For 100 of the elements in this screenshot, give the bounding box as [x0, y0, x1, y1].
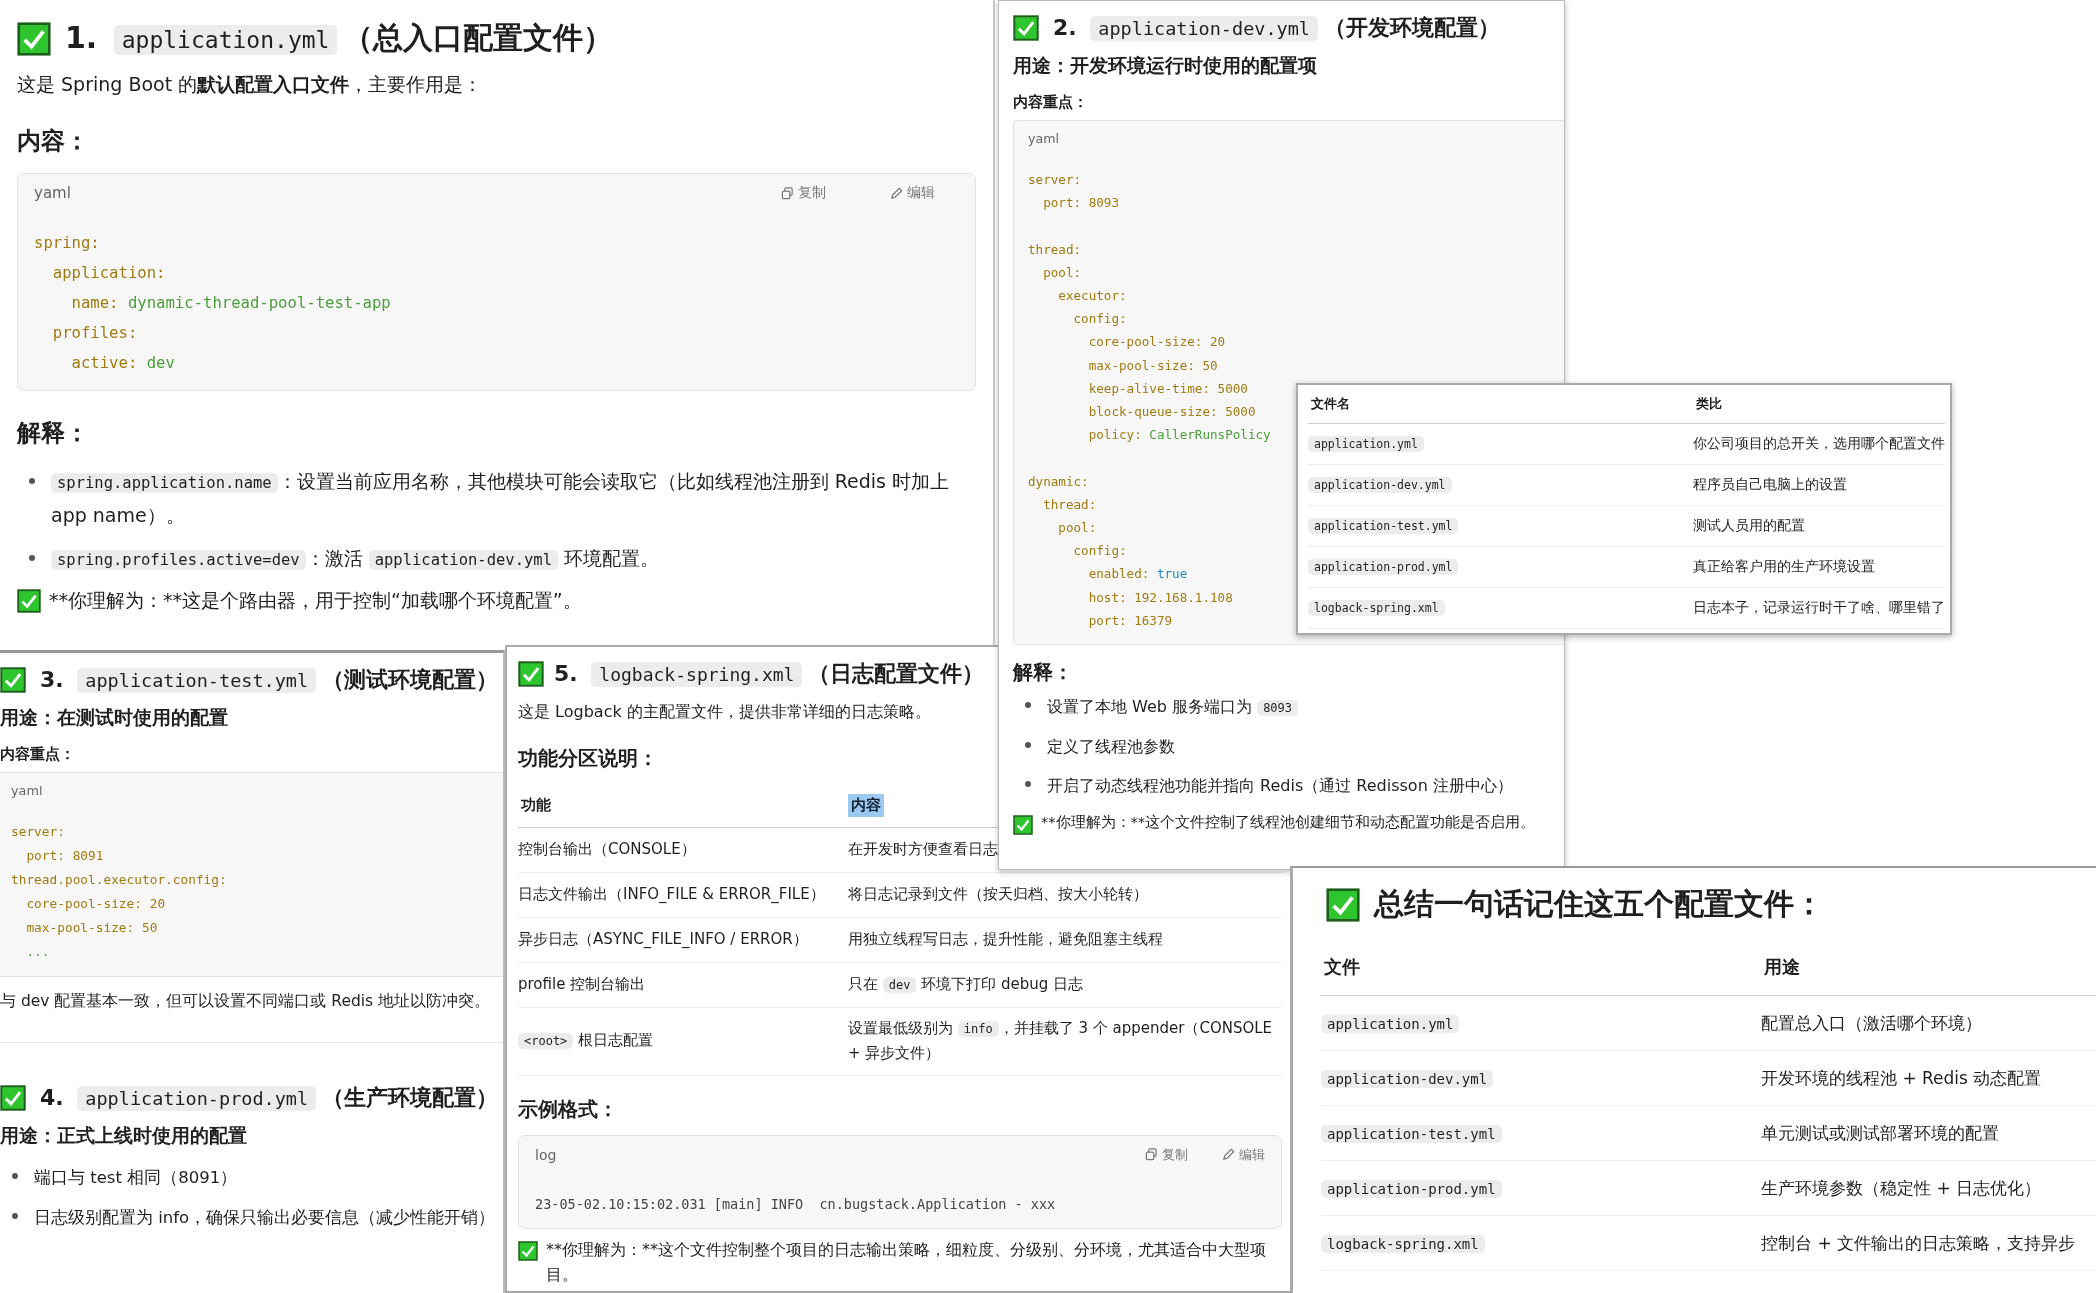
code-line: server: [11, 823, 65, 841]
bullet-dot [1025, 702, 1031, 709]
bullet-dot [1025, 781, 1031, 788]
bullet-text: 开启了动态线程池功能并指向 Redis（通过 Redisson 注册中心） [1047, 775, 1513, 798]
copy-icon [781, 186, 794, 200]
code-line: pool: [1042, 263, 1082, 282]
note-text: **你理解为：**这个文件控制整个项目的日志输出策略，细粒度、分级别、分环境，尤其适合中大型项目。 [546, 1238, 1267, 1287]
table-cell-text: 生产环境参数（稳定性 + 日志优化） [1761, 1176, 2042, 1200]
edit-button[interactable]: 编辑 [1222, 1145, 1265, 1164]
table-cell-text: 在开发时方便查看日志 [848, 838, 998, 860]
code-line: block-queue-size: 5000 [1087, 403, 1256, 421]
table-cell-text: 用独立线程写日志，提升性能，避免阻塞主线程 [848, 928, 1163, 950]
code-line: application: [51, 263, 166, 285]
code-line: thread: [1028, 240, 1082, 259]
purpose-line: 用途：开发环境运行时使用的配置项 [1013, 53, 1318, 78]
subheading: 示例格式： [518, 1095, 618, 1123]
bullet-text: spring.application.name ：设置当前应用名称，其他模块可能会读取它（比如线程池注册到 Redis 时加上 app name）。 [51, 469, 950, 528]
table-cell-text: 将日志记录到文件（按天归档、按大小轮转） [848, 883, 1148, 905]
code-line: max-pool-size: 50 [25, 919, 158, 937]
code-line: max-pool-size: 50 [1087, 356, 1218, 375]
check-icon [518, 661, 544, 687]
copy-button[interactable]: 复制 [781, 184, 826, 203]
code-line: thread.pool.executor.config: [11, 871, 227, 889]
paragraph: 这是 Logback 的主配置文件，提供非常详细的日志策略。 [518, 701, 931, 723]
table-header-cell-text: 用途 [1763, 955, 1801, 979]
table-header-cell-text: 功能 [520, 795, 552, 815]
code-line: 23-05-02.10:15:02.031 [main] INFO cn.bugstack.Application - xxx [535, 1194, 1056, 1214]
bullet-text: 日志级别配置为 info，确保只输出必要信息（减少性能开销） [34, 1207, 496, 1230]
bullet-text: 端口与 test 相同（8091） [34, 1166, 238, 1189]
table-cell-text: 你公司项目的总开关，选用哪个配置文件 [1693, 434, 1945, 454]
check-icon [1326, 887, 1360, 922]
code-line: enabled: true [1087, 565, 1188, 584]
table-cell-text: 测试人员用的配置 [1693, 516, 1805, 536]
table-cell-text: 只在 dev 环境下打印 debug 日志 [848, 973, 1084, 995]
edit-button[interactable]: 编辑 [890, 184, 935, 203]
bullet-dot [29, 478, 35, 485]
table-header-cell-text: 文件 [1323, 955, 1361, 979]
table-cell-text: 开发环境的线程池 + Redis 动态配置 [1761, 1066, 2042, 1090]
table-header-cell: 内容 [848, 793, 884, 817]
table-cell-text: 控制台 + 文件输出的日志策略，支持异步 [1761, 1231, 2076, 1255]
table-cell-text: 单元测试或测试部署环境的配置 [1761, 1121, 1999, 1145]
code-line: config: [1072, 310, 1127, 329]
bullet-text: spring.profiles.active=dev ：激活 application-dev.yml 环境配置。 [51, 541, 660, 576]
paragraph: 与 dev 配置基本一致，但可以设置不同端口或 Redis 地址以防冲突。 [0, 991, 492, 1012]
code-line: port: 8093 [1042, 194, 1119, 213]
content-label: 内容重点： [0, 745, 76, 764]
table-cell-text: 程序员自己电脑上的设置 [1693, 475, 1847, 495]
bullet-text: 设置了本地 Web 服务端口为 8093 [1047, 692, 1299, 722]
bullet-dot [1025, 741, 1031, 748]
code-line: thread: [1042, 495, 1097, 514]
pencil-icon [1222, 1148, 1235, 1162]
table-header-cell-text: 文件名 [1310, 395, 1351, 413]
table-cell-text: 异步日志（ASYNC_FILE_INFO / ERROR） [518, 928, 808, 950]
code-line: core-pool-size: 20 [1087, 333, 1226, 352]
code-line: server: [1028, 171, 1082, 189]
section-heading: 4. application-prod.yml （生产环境配置） [40, 1083, 499, 1113]
table-cell-text: 设置最低级别为 info ，并挂载了 3 个 appender（CONSOLE + 异步文件） [848, 1017, 1274, 1065]
table-cell-text: 真正给客户用的生产环境设置 [1693, 557, 1875, 577]
purpose-line: 用途：在测试时使用的配置 [0, 705, 229, 730]
check-icon [1013, 15, 1039, 41]
subheading: 功能分区说明： [518, 744, 658, 772]
bullet-dot [12, 1213, 18, 1220]
code-line: name: dynamic-thread-pool-test-app [70, 293, 391, 315]
code-line: port: 16379 [1087, 611, 1173, 630]
note-text: **你理解为：**这是个路由器，用于控制“加载哪个环境配置”。 [49, 588, 582, 614]
code-line: profiles: [51, 323, 138, 345]
check-icon [17, 21, 51, 56]
code-line: dynamic: [1028, 472, 1089, 491]
subheading: 内容： [17, 126, 90, 158]
code-line: policy: CallerRunsPolicy [1087, 426, 1271, 445]
pencil-icon [890, 186, 903, 200]
code-line: config: [1072, 542, 1127, 561]
section-heading: 5. logback-spring.xml （日志配置文件） [554, 660, 985, 689]
table-cell: <root> 根日志配置 [518, 1028, 654, 1054]
code-line: ... [25, 943, 50, 961]
purpose-line: 用途：正式上线时使用的配置 [0, 1122, 248, 1148]
paragraph: 这是 Spring Boot 的默认配置入口文件，主要作用是： [17, 72, 484, 97]
copy-button[interactable]: 复制 [1145, 1145, 1188, 1164]
code-line: spring: [34, 233, 100, 255]
check-icon [518, 1240, 538, 1261]
table-cell-text: 配置总入口（激活哪个环境） [1761, 1011, 1982, 1035]
code-language: yaml [34, 184, 72, 203]
code-line: pool: [1057, 519, 1097, 537]
table-cell-text: 控制台输出（CONSOLE） [518, 838, 696, 860]
code-language: log [535, 1146, 558, 1163]
code-line: active: dev [70, 353, 175, 375]
section-heading: 3. application-test.yml （测试环境配置） [40, 666, 499, 695]
code-line: host: 192.168.1.108 [1087, 588, 1233, 607]
code-line: core-pool-size: 20 [25, 895, 166, 913]
check-icon [17, 589, 41, 614]
table-cell-text: profile 控制台输出 [518, 973, 646, 995]
bullet-dot [12, 1172, 18, 1179]
content-label: 内容重点： [1013, 93, 1089, 112]
code-language: yaml [11, 783, 44, 798]
subheading: 解释： [1013, 659, 1074, 687]
code-line: executor: [1057, 287, 1127, 305]
code-language: yaml [1028, 131, 1060, 146]
code-line: keep-alive-time: 5000 [1087, 379, 1248, 398]
table-cell-text: 日志本子，记录运行时干了啥、哪里错了 [1693, 598, 1945, 618]
check-icon [1013, 814, 1033, 835]
